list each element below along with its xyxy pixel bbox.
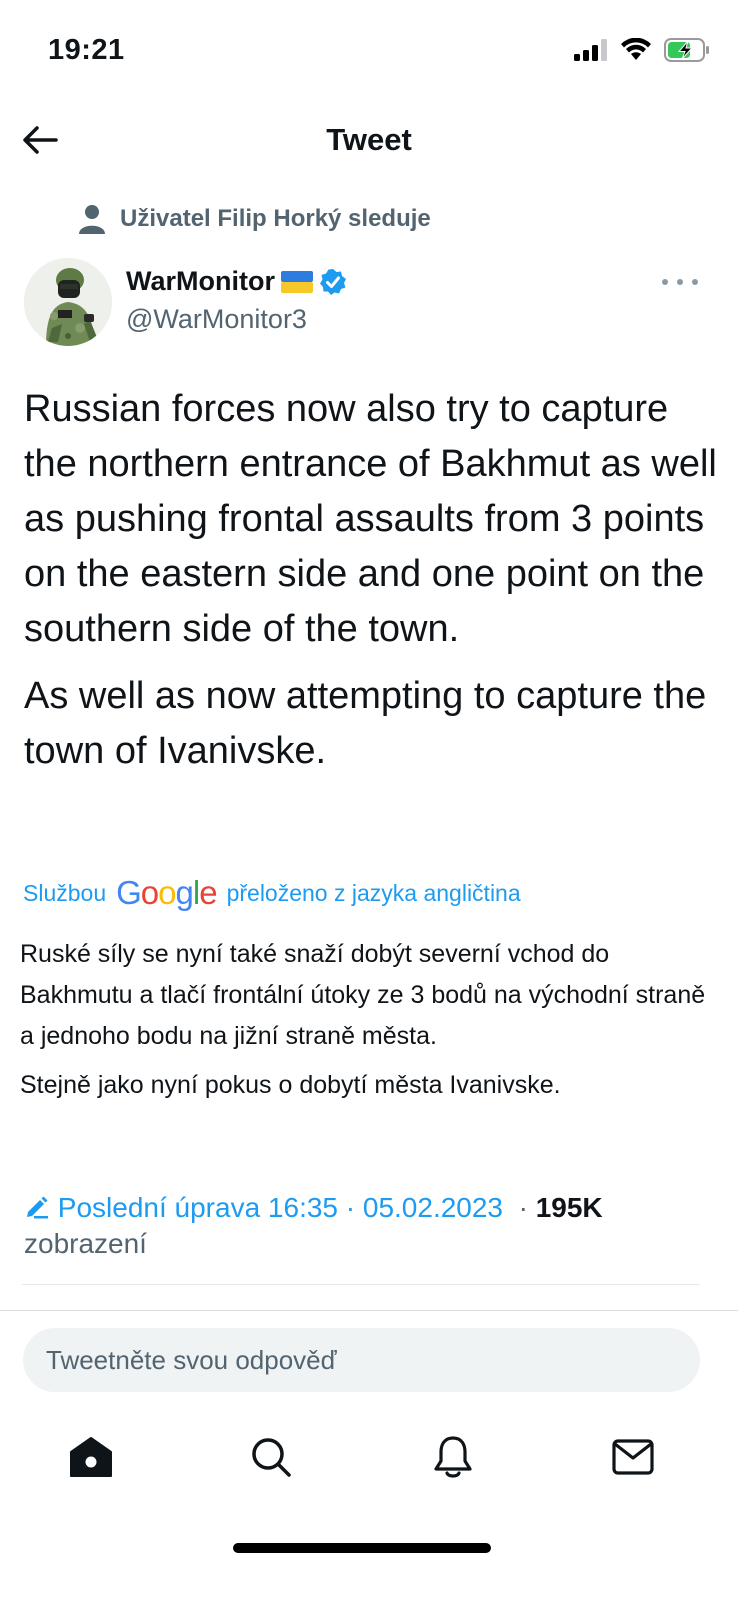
bell-icon bbox=[434, 1436, 472, 1478]
avatar-soldier-image bbox=[24, 258, 112, 346]
wifi-icon bbox=[621, 38, 651, 60]
home-indicator[interactable] bbox=[233, 1543, 491, 1553]
more-dot bbox=[662, 279, 668, 285]
divider bbox=[0, 1310, 738, 1311]
person-icon bbox=[79, 205, 105, 234]
nav-home[interactable] bbox=[66, 1432, 116, 1482]
status-bar: 19:21 bbox=[0, 0, 738, 100]
translation-suffix: přeloženo z jazyka angličtina bbox=[226, 879, 521, 906]
translated-paragraph: Stejně jako nyní pokus o dobytí města Iv… bbox=[20, 1071, 561, 1099]
status-icons bbox=[574, 38, 710, 62]
views-count: 195K bbox=[535, 1192, 603, 1223]
header: Tweet bbox=[0, 100, 738, 180]
reply-input[interactable]: Tweetněte svou odpověď bbox=[23, 1328, 700, 1392]
meta-separator: · bbox=[518, 1192, 528, 1223]
tweet-detail-screen: 19:21 Tweet Uživatel Filip Horký sleduje… bbox=[0, 0, 738, 1600]
tweet-meta: Poslední úprava 16:35 · 05.02.2023 · 195… bbox=[24, 1190, 714, 1262]
edit-history-link[interactable]: Poslední úprava 16:35 · 05.02.2023 bbox=[58, 1192, 503, 1223]
translated-paragraph: Ruské síly se nyní také snaží dobýt seve… bbox=[20, 940, 706, 1050]
translated-text: Ruské síly se nyní také snaží dobýt seve… bbox=[20, 934, 720, 1114]
cellular-signal-icon bbox=[574, 39, 607, 61]
divider bbox=[22, 1284, 700, 1285]
status-time: 19:21 bbox=[48, 34, 125, 66]
social-context-label: Uživatel Filip Horký sleduje bbox=[120, 205, 431, 232]
tweet-text: Russian forces now also try to capture t… bbox=[24, 382, 724, 791]
reply-placeholder: Tweetněte svou odpověď bbox=[46, 1344, 337, 1375]
edit-pencil-icon bbox=[27, 1196, 48, 1219]
author-name: WarMonitor bbox=[126, 266, 275, 296]
verified-badge-icon bbox=[319, 268, 346, 295]
battery-charging-icon bbox=[664, 38, 709, 62]
author-name-row[interactable]: WarMonitor bbox=[126, 266, 347, 297]
avatar[interactable] bbox=[24, 258, 112, 346]
nav-messages[interactable] bbox=[608, 1432, 658, 1482]
tweet-paragraph: As well as now attempting to capture the… bbox=[24, 675, 707, 772]
home-icon bbox=[70, 1437, 112, 1477]
nav-search[interactable] bbox=[246, 1432, 296, 1482]
page-title: Tweet bbox=[326, 122, 412, 157]
views-label: zobrazení bbox=[24, 1228, 147, 1259]
google-logo: Google bbox=[116, 874, 217, 911]
more-dot bbox=[677, 279, 683, 285]
nav-notifications[interactable] bbox=[428, 1432, 478, 1482]
translation-attribution[interactable]: Službou Google přeloženo z jazyka anglič… bbox=[23, 874, 521, 912]
tweet-paragraph: Russian forces now also try to capture t… bbox=[24, 388, 717, 650]
author-handle[interactable]: @WarMonitor3 bbox=[126, 304, 307, 335]
more-options-button[interactable] bbox=[662, 272, 698, 292]
mail-icon bbox=[612, 1439, 654, 1475]
search-icon bbox=[252, 1438, 291, 1477]
ukraine-flag-icon bbox=[280, 270, 313, 293]
more-dot bbox=[692, 279, 698, 285]
bottom-navigation bbox=[0, 1420, 738, 1500]
translation-prefix: Službou bbox=[23, 879, 107, 906]
social-context[interactable]: Uživatel Filip Horký sleduje bbox=[78, 204, 431, 234]
